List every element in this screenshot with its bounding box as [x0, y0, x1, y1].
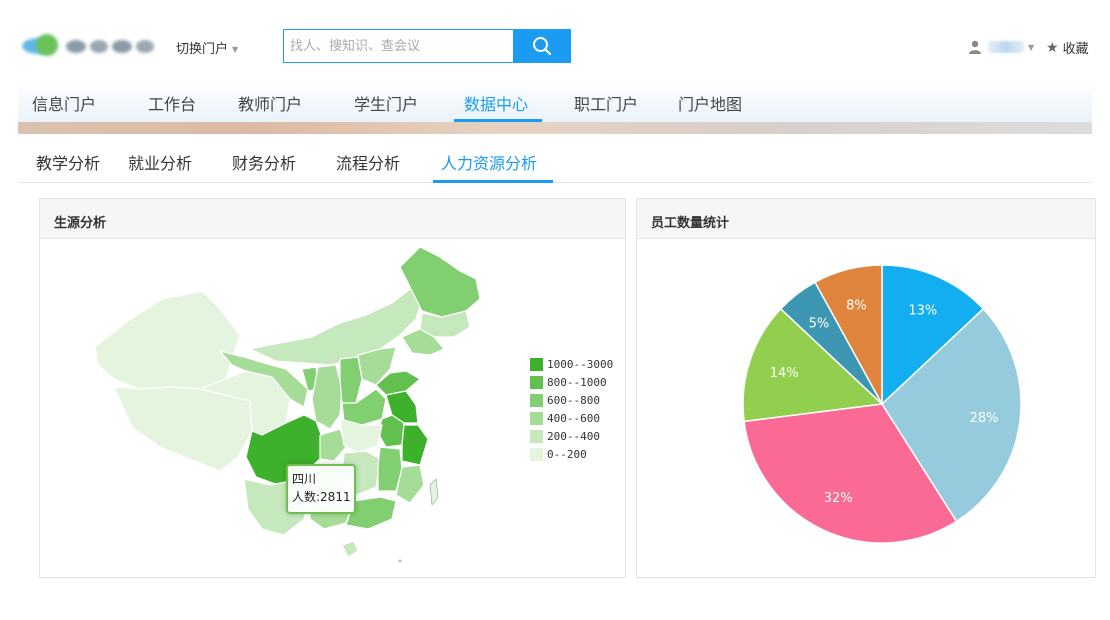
legend-item[interactable]: 1000--3000 — [530, 355, 613, 373]
legend-item[interactable]: 400--600 — [530, 409, 613, 427]
nav-item-info-portal[interactable]: 信息门户 — [32, 91, 96, 115]
sub-nav: 教学分析 就业分析 财务分析 流程分析 人力资源分析 — [18, 140, 1092, 183]
star-icon: ★ — [1046, 39, 1059, 56]
map-region-anhui — [377, 414, 405, 448]
legend-item[interactable]: 800--1000 — [530, 373, 613, 391]
map-tooltip: 四川 人数:2811 — [286, 464, 356, 514]
tab-employment-analysis[interactable]: 就业分析 — [128, 150, 192, 174]
search-box — [283, 29, 513, 63]
search-button[interactable] — [513, 29, 571, 63]
active-tab-indicator — [433, 180, 553, 183]
pie-slice-label: 14% — [770, 366, 799, 381]
tab-process-analysis[interactable]: 流程分析 — [336, 150, 400, 174]
user-menu[interactable]: ▼ — [968, 40, 1034, 54]
search-input[interactable] — [284, 30, 513, 62]
search-icon — [533, 37, 552, 56]
pie-slice-label: 8% — [846, 298, 867, 313]
tab-finance-analysis[interactable]: 财务分析 — [232, 150, 296, 174]
map-region-inner-mongolia — [249, 288, 423, 366]
pie-chart: 13% 28% 32% 14% 5% 8% — [742, 264, 1022, 544]
switch-portal-dropdown[interactable]: 切换门户 ▼ — [176, 38, 238, 57]
chevron-down-icon: ▼ — [1028, 42, 1035, 52]
switch-portal-label: 切换门户 — [176, 42, 229, 57]
legend-label: 400--600 — [547, 411, 600, 425]
nav-item-workbench[interactable]: 工作台 — [148, 91, 196, 115]
nav-item-staff-portal[interactable]: 职工门户 — [574, 91, 638, 115]
legend-swatch — [530, 357, 543, 371]
decorative-banner — [18, 122, 1092, 134]
legend-swatch — [530, 429, 543, 443]
legend-item[interactable]: 200--400 — [530, 427, 613, 445]
legend-label: 800--1000 — [547, 375, 607, 389]
map-region-zhejiang — [401, 424, 429, 466]
legend-label: 0--200 — [547, 447, 587, 461]
map-region-xinjiang — [94, 290, 241, 390]
map-region-shaanxi — [311, 364, 343, 430]
chevron-down-icon: ▼ — [232, 45, 239, 54]
source-analysis-panel: 生源分析 1000--3000 800--1000 600--800 400--… — [39, 198, 626, 578]
tooltip-count: 人数:2811 — [292, 490, 351, 504]
map-legend: 1000--3000 800--1000 600--800 400--600 2… — [530, 355, 613, 463]
user-name-blurred — [988, 41, 1024, 53]
map-region-taiwan — [429, 478, 439, 506]
legend-swatch — [530, 393, 543, 407]
panel-title: 员工数量统计 — [637, 199, 1095, 239]
legend-label: 1000--3000 — [547, 357, 614, 371]
tab-hr-analysis[interactable]: 人力资源分析 — [441, 150, 537, 174]
legend-swatch — [530, 411, 543, 425]
legend-item[interactable]: 600--800 — [530, 391, 613, 409]
tab-teaching-analysis[interactable]: 教学分析 — [36, 150, 100, 174]
favorite-button[interactable]: ★ 收藏 — [1046, 38, 1089, 58]
map-region-hainan — [341, 540, 359, 558]
pie-slice-label: 5% — [809, 317, 830, 332]
panel-title: 生源分析 — [40, 199, 625, 239]
user-icon — [969, 40, 981, 54]
pie-slice-label: 28% — [970, 411, 999, 426]
pie-slice-label: 13% — [908, 304, 937, 319]
favorite-label: 收藏 — [1062, 42, 1089, 57]
main-nav: 信息门户 工作台 教师门户 学生门户 数据中心 职工门户 门户地图 — [18, 80, 1092, 122]
legend-item[interactable]: 0--200 — [530, 445, 613, 463]
header: 切换门户▼ ▼ ★ 收藏 — [0, 0, 1110, 80]
pie-slice-label: 32% — [824, 491, 853, 506]
map-region-shanxi — [339, 356, 363, 404]
legend-swatch — [530, 375, 543, 389]
map-region-tibet — [113, 384, 253, 472]
legend-swatch — [530, 447, 543, 461]
legend-label: 600--800 — [547, 393, 600, 407]
legend-label: 200--400 — [547, 429, 600, 443]
nav-item-student-portal[interactable]: 学生门户 — [354, 91, 418, 115]
nav-item-data-center[interactable]: 数据中心 — [464, 91, 528, 115]
nav-item-portal-map[interactable]: 门户地图 — [678, 91, 742, 115]
nav-item-teacher-portal[interactable]: 教师门户 — [238, 91, 302, 115]
staff-count-panel: 员工数量统计 13% 28% 32% 14% 5% 8% — [636, 198, 1096, 578]
tooltip-province: 四川 — [292, 472, 317, 486]
logo[interactable] — [22, 32, 162, 60]
